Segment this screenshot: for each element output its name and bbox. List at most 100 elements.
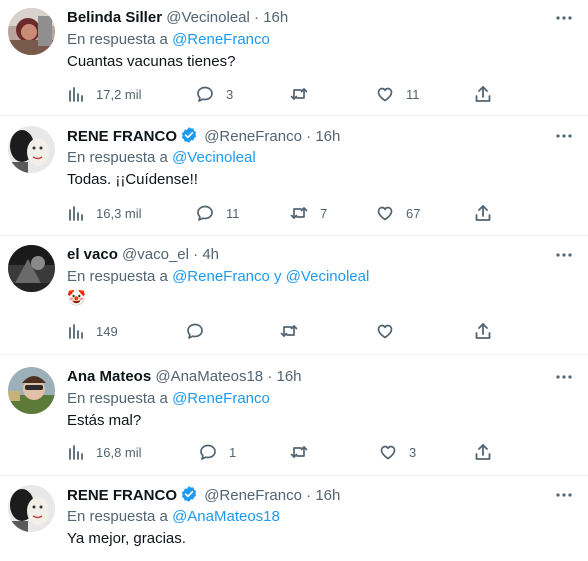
reply-count: 1 [229, 444, 237, 460]
retweet-button[interactable] [289, 442, 320, 462]
timestamp[interactable]: 16h [263, 9, 288, 26]
avatar[interactable] [8, 367, 55, 414]
more-dots-icon [556, 134, 572, 138]
reply-count: 11 [226, 205, 240, 221]
display-name[interactable]: el vaco [67, 246, 118, 263]
divider [0, 235, 588, 236]
like-button[interactable]: 11 [375, 84, 420, 104]
timestamp[interactable]: 16h [277, 368, 302, 385]
divider [0, 354, 588, 355]
reply-bubble-icon [197, 205, 213, 221]
avatar[interactable] [8, 126, 55, 173]
like-count: 67 [406, 205, 421, 221]
reply-prefix: En respuesta a [67, 508, 168, 525]
tweet-actions: 149 [67, 321, 497, 341]
views-button[interactable]: 16,8 mil [67, 442, 142, 462]
reply-context: En respuesta a @ReneFranco [67, 30, 270, 50]
share-button[interactable] [473, 442, 493, 462]
like-count: 3 [409, 444, 417, 460]
user-handle[interactable]: @vaco_el [122, 246, 189, 263]
reply-bubble-icon [200, 444, 216, 460]
display-name[interactable]: Ana Mateos [67, 368, 151, 385]
avatar[interactable] [8, 8, 55, 55]
reply-prefix: En respuesta a [67, 31, 168, 48]
more-options-button[interactable] [554, 8, 574, 28]
more-dots-icon [556, 16, 572, 20]
retweet-icon [290, 207, 308, 219]
views-button[interactable]: 16,3 mil [67, 203, 142, 223]
more-options-button[interactable] [554, 485, 574, 505]
retweet-icon [290, 88, 308, 100]
retweet-icon [280, 325, 298, 337]
retweet-button[interactable]: 7 [289, 203, 327, 223]
user-handle[interactable]: @ReneFranco [204, 128, 302, 145]
tweet-actions: 17,2 mil 3 11 [67, 84, 497, 104]
reply-context: En respuesta a @ReneFranco [67, 389, 270, 409]
user-handle[interactable]: @AnaMateos18 [155, 368, 263, 385]
more-options-button[interactable] [554, 367, 574, 387]
verified-badge-icon [181, 486, 197, 502]
more-dots-icon [556, 493, 572, 497]
views-button[interactable]: 17,2 mil [67, 84, 142, 104]
tweet-text: Ya mejor, gracias. [67, 530, 186, 547]
user-handle[interactable]: @ReneFranco [204, 487, 302, 504]
timestamp[interactable]: 16h [315, 487, 340, 504]
mention-link[interactable]: @AnaMateos18 [172, 508, 280, 525]
reply-bubble-icon [197, 86, 213, 102]
separator-dot: · [306, 128, 312, 145]
heart-icon [377, 324, 393, 339]
timestamp[interactable]: 16h [315, 128, 340, 145]
like-button[interactable] [375, 321, 406, 341]
reply-prefix: En respuesta a [67, 268, 168, 285]
like-count: 11 [406, 86, 420, 102]
separator-dot: · [306, 487, 312, 504]
views-count: 16,8 mil [96, 444, 142, 460]
reply-context: En respuesta a @Vecinoleal [67, 148, 256, 168]
like-button[interactable]: 67 [375, 203, 420, 223]
timestamp[interactable]: 4h [202, 246, 219, 263]
avatar[interactable] [8, 245, 55, 292]
user-handle[interactable]: @Vecinoleal [166, 9, 250, 26]
bar-chart-icon [69, 324, 83, 339]
reply-button[interactable]: 11 [195, 203, 240, 223]
separator-dot: · [267, 368, 273, 385]
views-count: 16,3 mil [96, 205, 142, 221]
reply-button[interactable] [185, 321, 216, 341]
retweet-icon [290, 446, 308, 458]
views-button[interactable]: 149 [67, 321, 118, 341]
separator-dot: · [254, 9, 260, 26]
retweet-button[interactable] [279, 321, 310, 341]
share-icon [475, 205, 491, 221]
reply-prefix: En respuesta a [67, 149, 168, 166]
share-button[interactable] [473, 203, 493, 223]
like-button[interactable]: 3 [378, 442, 416, 462]
mention-link[interactable]: @ReneFranco [172, 390, 270, 407]
more-options-button[interactable] [554, 126, 574, 146]
display-name[interactable]: Belinda Siller [67, 9, 162, 26]
heart-icon [377, 87, 393, 102]
tweet-actions: 16,8 mil 1 3 [67, 442, 497, 462]
reply-button[interactable]: 1 [198, 442, 236, 462]
avatar[interactable] [8, 485, 55, 532]
display-name[interactable]: RENE FRANCO [67, 128, 177, 145]
separator-dot: · [193, 246, 199, 263]
mention-link[interactable]: @Vecinoleal [286, 268, 370, 285]
reply-prefix: En respuesta a [67, 390, 168, 407]
share-button[interactable] [473, 84, 493, 104]
share-icon [475, 444, 491, 460]
divider [0, 475, 588, 476]
tweet-header: el vaco @vaco_el · 4h [67, 245, 219, 265]
display-name[interactable]: RENE FRANCO [67, 487, 177, 504]
mention-link[interactable]: @ReneFranco [172, 31, 270, 48]
reply-context: En respuesta a @AnaMateos18 [67, 507, 280, 527]
more-options-button[interactable] [554, 245, 574, 265]
views-count: 17,2 mil [96, 86, 142, 102]
reply-context: En respuesta a @ReneFranco y @Vecinoleal [67, 267, 369, 287]
tweet-header: Ana Mateos @AnaMateos18 · 16h [67, 367, 302, 387]
retweet-button[interactable] [289, 84, 320, 104]
share-button[interactable] [473, 321, 493, 341]
reply-button[interactable]: 3 [195, 84, 233, 104]
mention-link[interactable]: @ReneFranco [172, 268, 270, 285]
mention-link[interactable]: @Vecinoleal [172, 149, 256, 166]
views-count: 149 [96, 323, 118, 339]
